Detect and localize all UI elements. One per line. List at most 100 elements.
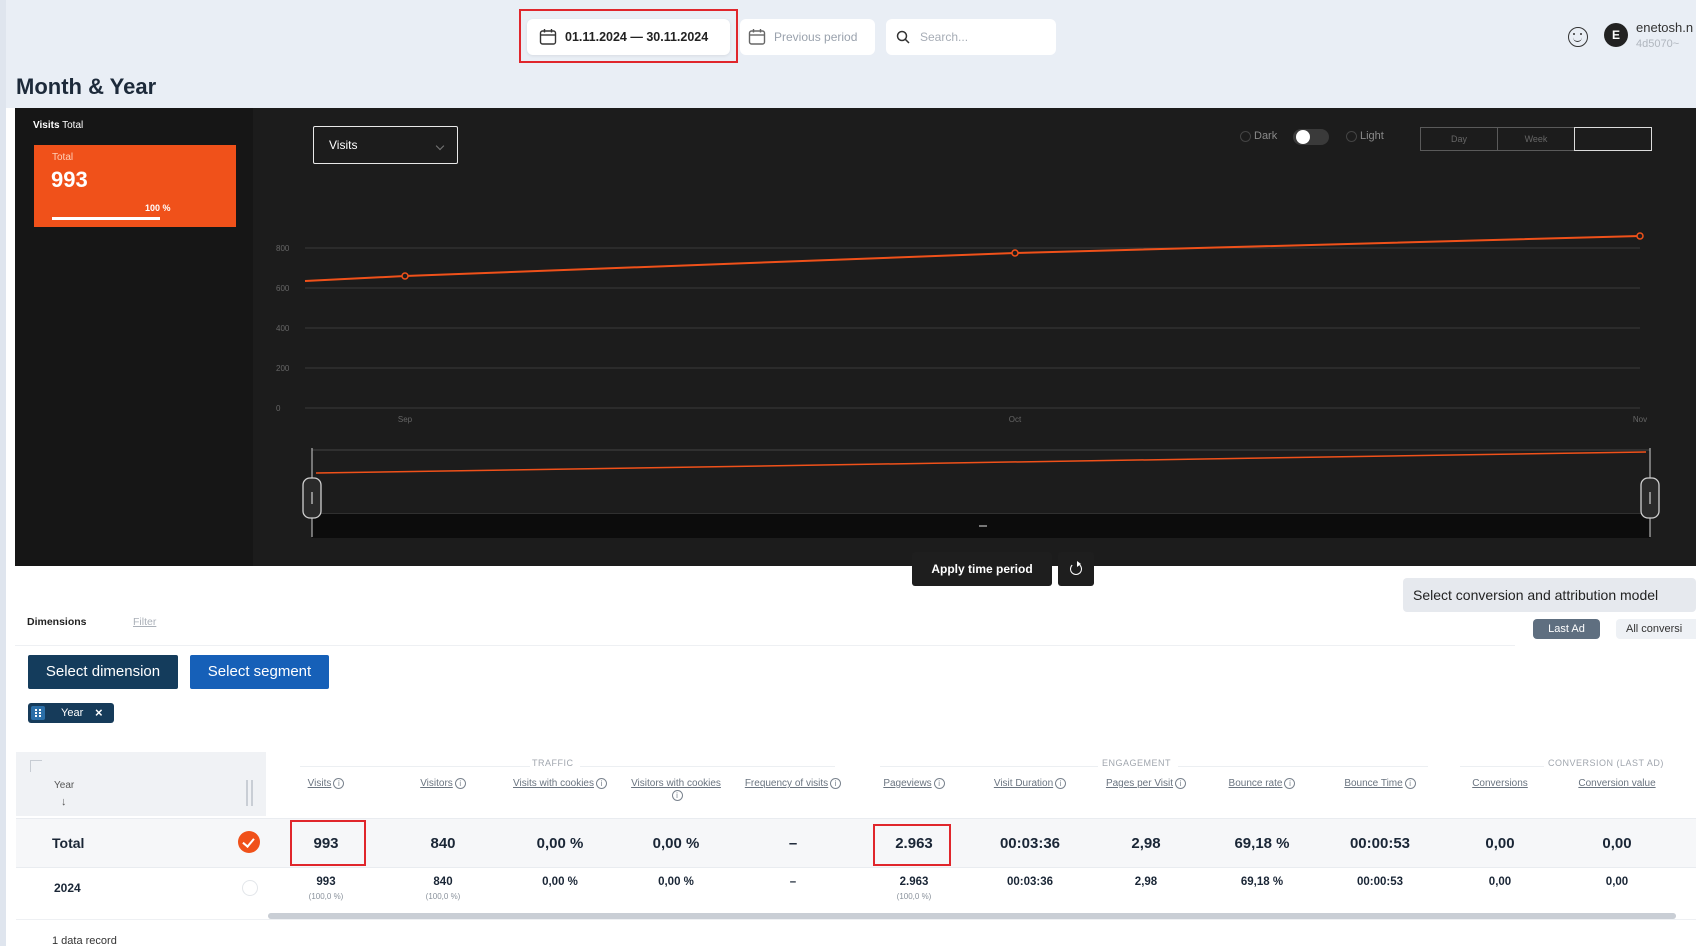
- y-tick-label: 600: [276, 284, 290, 293]
- column-resize-handle[interactable]: [243, 780, 257, 806]
- date-range-text: 01.11.2024 — 30.11.2024: [565, 30, 709, 44]
- column-header-label: Conversions: [1472, 778, 1528, 789]
- tabs-divider: [15, 645, 1515, 646]
- column-header[interactable]: Visitors with cookiesi: [626, 778, 726, 802]
- left-edge-strip: [0, 0, 6, 946]
- column-header[interactable]: Bounce rate i: [1212, 778, 1312, 790]
- table-cell: 00:03:36: [1006, 876, 1054, 888]
- x-tick-label: Nov: [1633, 415, 1647, 424]
- corner-bracket-icon: [30, 760, 42, 772]
- info-icon[interactable]: i: [933, 778, 945, 789]
- record-count: 1 data record: [52, 935, 117, 946]
- app-root: 01.11.2024 — 30.11.2024 Previous period …: [0, 0, 1696, 946]
- apply-time-period-button[interactable]: Apply time period: [912, 552, 1052, 586]
- column-header[interactable]: Conversion value: [1567, 778, 1667, 790]
- tab-filter[interactable]: Filter: [133, 616, 156, 628]
- select-dimension-button[interactable]: Select dimension: [28, 655, 178, 689]
- theme-light-option[interactable]: Light: [1346, 130, 1384, 142]
- total-card-percent: 100 %: [145, 203, 171, 213]
- column-header[interactable]: Visits with cookies i: [510, 778, 610, 790]
- metric-select[interactable]: Visits: [313, 126, 458, 164]
- table-cell: 69,18 %: [1240, 876, 1284, 888]
- granularity-week-button[interactable]: Week: [1497, 127, 1575, 151]
- avatar[interactable]: E: [1604, 23, 1628, 47]
- table-cell: 2,98: [1134, 876, 1158, 888]
- table-cell-total: 0,00 %: [536, 835, 584, 852]
- column-header[interactable]: Bounce Time i: [1330, 778, 1430, 790]
- table-row-total[interactable]: [16, 818, 1696, 868]
- last-ad-button[interactable]: Last Ad: [1533, 619, 1600, 639]
- table-cell-share: (100,0 %): [308, 892, 344, 901]
- table-cell: 993: [316, 876, 336, 888]
- dimension-chip-year[interactable]: Year ×: [28, 703, 114, 723]
- table-cell-share: (100,0 %): [896, 892, 932, 901]
- column-header[interactable]: Conversions: [1450, 778, 1550, 790]
- column-header[interactable]: Frequency of visits i: [743, 778, 843, 790]
- data-point[interactable]: [1636, 232, 1644, 240]
- data-point[interactable]: [1011, 249, 1019, 257]
- calendar-icon: [748, 29, 766, 45]
- info-icon[interactable]: i: [1404, 778, 1416, 789]
- column-header[interactable]: Pages per Visit i: [1096, 778, 1196, 790]
- table-cell: 0,00: [1488, 876, 1512, 888]
- total-card-label: Total: [52, 152, 74, 163]
- total-card-progress-bar: [52, 217, 160, 220]
- all-conversions-button[interactable]: All conversi: [1616, 619, 1696, 639]
- table-cell-total: 00:00:53: [1349, 835, 1411, 852]
- checkmark-icon[interactable]: [242, 880, 258, 896]
- visits-total-highlight: [290, 820, 366, 866]
- y-tick-label: 200: [276, 364, 290, 373]
- granularity-day-button[interactable]: Day: [1420, 127, 1498, 151]
- line-chart: 0 200 400 600 800 Sep Oct Nov: [276, 232, 1647, 424]
- info-icon[interactable]: i: [454, 778, 466, 789]
- granularity-month-button[interactable]: [1574, 127, 1652, 151]
- info-icon[interactable]: i: [595, 778, 607, 789]
- checkmark-icon[interactable]: [238, 831, 260, 853]
- column-header-label: Visit Duration: [993, 778, 1054, 790]
- row-label-total: Total: [52, 835, 85, 851]
- attribution-model-select[interactable]: Select conversion and attribution model: [1403, 578, 1696, 612]
- column-header[interactable]: Pageviews i: [864, 778, 964, 790]
- tab-dimensions[interactable]: Dimensions: [27, 616, 87, 628]
- feedback-smiley-icon[interactable]: [1568, 27, 1588, 47]
- column-header-label: Bounce Time: [1344, 778, 1403, 790]
- drag-handle-icon[interactable]: [31, 706, 45, 720]
- group-line: [300, 766, 530, 767]
- info-icon[interactable]: i: [333, 778, 345, 789]
- x-tick-label: Sep: [398, 415, 413, 424]
- table-cell-total: 00:03:36: [999, 835, 1061, 852]
- column-header[interactable]: Visits i: [276, 778, 376, 790]
- close-icon[interactable]: ×: [95, 705, 103, 720]
- group-line: [880, 766, 1098, 767]
- dimension-header-label[interactable]: Year: [54, 780, 74, 791]
- refresh-icon[interactable]: [1058, 552, 1094, 586]
- search-placeholder: Search...: [920, 30, 969, 44]
- info-icon[interactable]: i: [1175, 778, 1187, 789]
- theme-dark-option[interactable]: Dark: [1240, 130, 1277, 142]
- series-line: [304, 235, 1641, 282]
- info-icon[interactable]: i: [1284, 778, 1296, 789]
- user-name[interactable]: enetosh.n: [1636, 20, 1693, 35]
- search-input[interactable]: Search...: [886, 19, 1056, 55]
- table-cell-total: 0,00: [1485, 835, 1515, 852]
- time-range-scrubber[interactable]: [296, 445, 1666, 545]
- x-tick-label: Oct: [1009, 415, 1022, 424]
- info-icon[interactable]: i: [1055, 778, 1067, 789]
- horizontal-scrollbar-thumb[interactable]: [268, 913, 1676, 919]
- table-cell: 0,00 %: [658, 876, 694, 888]
- column-header[interactable]: Visit Duration i: [980, 778, 1080, 790]
- select-segment-button[interactable]: Select segment: [190, 655, 329, 689]
- scrubber-center-grip[interactable]: [979, 525, 987, 527]
- table-cell-total: 2,98: [1131, 835, 1161, 852]
- info-icon[interactable]: i: [830, 778, 842, 789]
- date-range-picker[interactable]: 01.11.2024 — 30.11.2024: [527, 19, 730, 55]
- table-cell: –: [789, 876, 797, 888]
- info-icon[interactable]: i: [671, 790, 683, 801]
- sort-arrow-icon[interactable]: ↓: [61, 796, 67, 808]
- data-point[interactable]: [401, 272, 409, 280]
- theme-toggle-knob: [1296, 130, 1310, 144]
- previous-period-button[interactable]: Previous period: [740, 19, 875, 55]
- table-cell: 0,00 %: [542, 876, 578, 888]
- column-header[interactable]: Visitors i: [393, 778, 493, 790]
- page-title: Month & Year: [16, 74, 157, 99]
